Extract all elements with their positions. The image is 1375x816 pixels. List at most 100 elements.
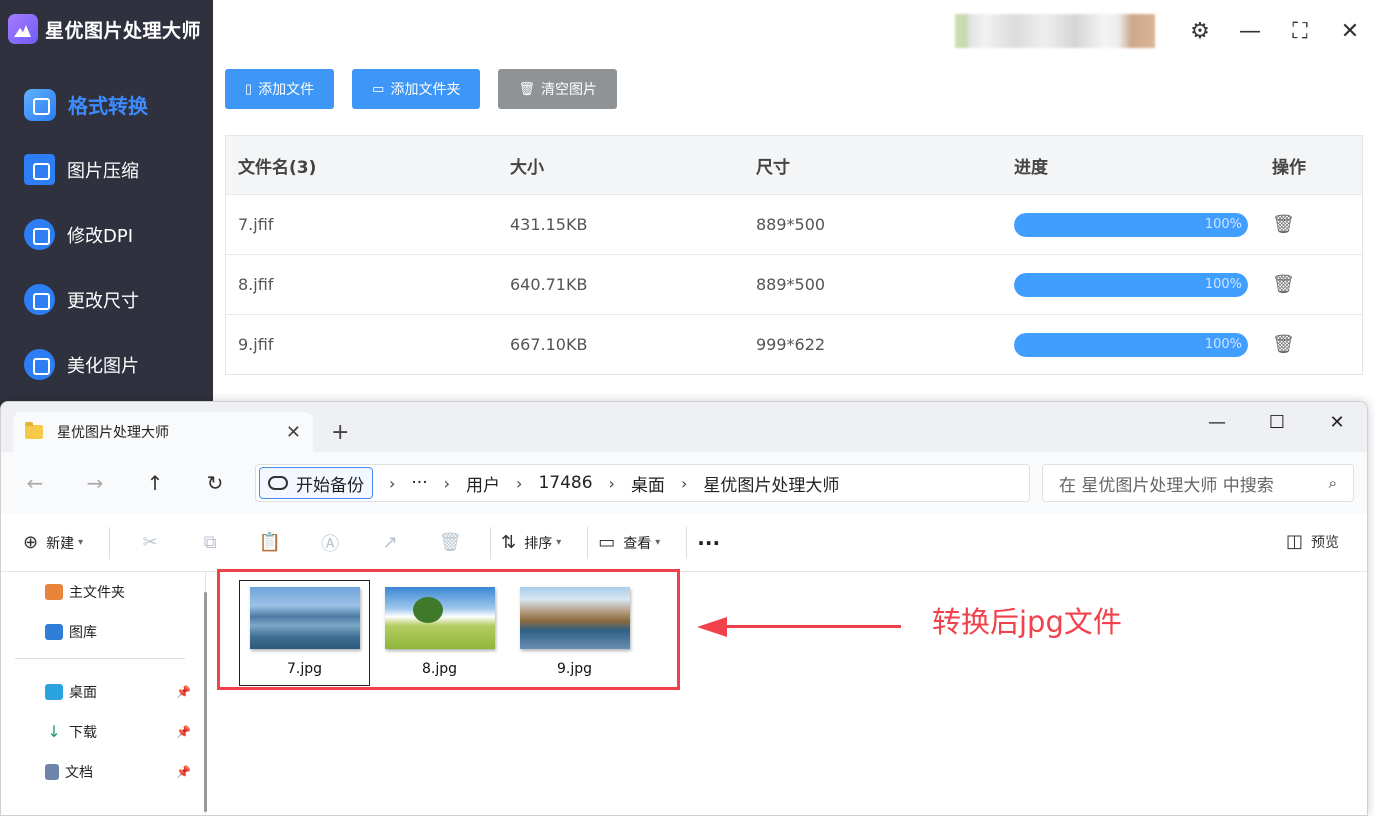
tab-title: 星优图片处理大师	[57, 425, 169, 441]
paste-icon[interactable]: 📋	[240, 532, 300, 553]
minimize-button[interactable]: —	[1225, 11, 1275, 51]
header-filename: 文件名(3)	[238, 157, 317, 178]
clear-images-button[interactable]: 🗑 清空图片	[498, 69, 617, 109]
maximize-button[interactable]: ⛶	[1275, 11, 1325, 51]
close-button[interactable]: ✕	[1307, 402, 1367, 442]
close-tab-icon[interactable]: ✕	[286, 422, 301, 443]
nav-item-gallery[interactable]: 图库	[1, 612, 205, 652]
sidebar-item-label: 美化图片	[67, 355, 139, 377]
add-folder-label: 添加文件夹	[390, 81, 461, 97]
brand: 星优图片处理大师	[8, 12, 201, 46]
header-progress: 进度	[1014, 157, 1048, 178]
trash-icon: 🗑	[518, 81, 535, 96]
delete-row-icon[interactable]: 🗑	[1272, 274, 1295, 295]
nav-item-label: 下载	[69, 725, 97, 741]
window-controls: ⚙ — ⛶ ✕	[955, 0, 1375, 62]
breadcrumb-users[interactable]: 用户	[466, 471, 500, 496]
preview-button[interactable]: ◫ 预览	[1286, 531, 1339, 552]
table-header: 文件名(3) 大小 尺寸 进度 操作	[226, 136, 1362, 194]
address-bar[interactable]: 开始备份 › ··· › 用户 › 17486 › 桌面 › 星优图片处理大师	[255, 464, 1030, 502]
sidebar-item-compress[interactable]: 图片压缩	[0, 137, 213, 202]
cut-icon[interactable]: ✂	[120, 532, 180, 553]
share-icon[interactable]: ↗	[360, 532, 420, 553]
command-bar: ⊕ 新建 ▾ ✂ ⧉ 📋 Ⓐ ↗ 🗑 ⇅ 排序 ▾ ▭ 查看 ▾ ···	[1, 514, 1367, 572]
sidebar-item-beautify[interactable]: 美化图片	[0, 332, 213, 397]
sidebar-item-dpi[interactable]: 修改DPI	[0, 202, 213, 267]
home-icon	[45, 584, 63, 600]
explorer-window-controls: — ☐ ✕	[1187, 402, 1367, 442]
sort-button[interactable]: ⇅ 排序 ▾	[501, 532, 561, 553]
cloud-backup-icon	[268, 476, 288, 490]
sidebar-item-label: 更改尺寸	[67, 290, 139, 312]
breadcrumb-desktop[interactable]: 桌面	[631, 471, 665, 496]
sidebar-item-format-convert[interactable]: 格式转换	[0, 72, 213, 137]
document-icon	[45, 764, 59, 780]
user-avatar-blurred[interactable]	[955, 14, 1155, 48]
explorer-tab[interactable]: 星优图片处理大师 ✕	[13, 412, 313, 452]
up-arrow-icon[interactable]: ↑	[135, 463, 175, 503]
nav-item-home[interactable]: 主文件夹	[1, 572, 205, 612]
view-button[interactable]: ▭ 查看 ▾	[598, 532, 660, 553]
delete-icon[interactable]: 🗑	[420, 532, 480, 553]
arrow-line	[721, 625, 901, 628]
search-icon[interactable]: ⌕	[1329, 474, 1337, 492]
scrollbar[interactable]	[204, 592, 207, 812]
pin-icon[interactable]: 📌	[176, 725, 191, 739]
pin-icon[interactable]: 📌	[176, 685, 191, 699]
cell-size: 640.71KB	[510, 275, 588, 294]
back-arrow-icon[interactable]: ←	[15, 463, 55, 503]
sidebar-item-resize[interactable]: 更改尺寸	[0, 267, 213, 332]
progress-text: 100%	[1204, 216, 1242, 232]
sidebar-nav: 格式转换 图片压缩 修改DPI 更改尺寸 美化图片	[0, 72, 213, 397]
table-row: 7.jfif 431.15KB 889*500 100% 🗑	[226, 194, 1362, 254]
new-label: 新建	[46, 535, 75, 552]
cell-filename: 9.jfif	[238, 335, 274, 354]
app-logo-icon	[8, 14, 38, 44]
divider	[109, 526, 111, 559]
add-folder-button[interactable]: ▭ 添加文件夹	[352, 69, 481, 109]
settings-icon[interactable]: ⚙	[1175, 11, 1225, 51]
sidebar-item-label: 格式转换	[68, 94, 148, 118]
backup-button[interactable]: 开始备份	[259, 467, 373, 499]
annotation-highlight-box	[217, 569, 680, 690]
breadcrumb-more[interactable]: ···	[411, 473, 427, 493]
progress-bar: 100%	[1014, 272, 1248, 297]
annotation-label: 转换后jpg文件	[932, 605, 1122, 639]
breadcrumb-user[interactable]: 17486	[538, 473, 592, 493]
add-file-button[interactable]: ▯ 添加文件	[225, 69, 335, 109]
explorer-titlebar: 星优图片处理大师 ✕ + — ☐ ✕	[1, 402, 1367, 452]
delete-row-icon[interactable]: 🗑	[1272, 334, 1295, 355]
breadcrumb-folder[interactable]: 星优图片处理大师	[703, 471, 839, 496]
add-file-label: 添加文件	[258, 81, 315, 97]
plus-circle-icon: ⊕	[23, 532, 39, 553]
preview-pane-icon: ◫	[1285, 531, 1303, 552]
chevron-right-icon: ›	[443, 473, 451, 493]
new-tab-button[interactable]: +	[331, 420, 349, 445]
nav-item-desktop[interactable]: 桌面 📌	[1, 672, 205, 712]
rename-icon[interactable]: Ⓐ	[300, 530, 360, 556]
nav-item-documents[interactable]: 文档 📌	[1, 752, 205, 792]
refresh-icon[interactable]: ↻	[195, 463, 235, 503]
close-button[interactable]: ✕	[1325, 11, 1375, 51]
cell-progress: 100%	[1002, 212, 1260, 237]
gallery-icon	[45, 624, 63, 640]
forward-arrow-icon[interactable]: →	[75, 463, 115, 503]
new-button[interactable]: ⊕ 新建 ▾	[23, 532, 83, 553]
cell-actions: 🗑	[1260, 214, 1362, 235]
more-options-button[interactable]: ···	[697, 531, 720, 555]
maximize-button[interactable]: ☐	[1247, 402, 1307, 442]
minimize-button[interactable]: —	[1187, 402, 1247, 442]
chevron-right-icon: ›	[608, 473, 615, 493]
folder-icon	[25, 422, 43, 439]
cell-filename: 8.jfif	[238, 275, 274, 294]
nav-item-downloads[interactable]: ↓ 下载 📌	[1, 712, 205, 752]
divider	[587, 526, 589, 559]
copy-icon[interactable]: ⧉	[180, 532, 240, 553]
pin-icon[interactable]: 📌	[176, 765, 191, 779]
toolbar: ▯ 添加文件 ▭ 添加文件夹 🗑 清空图片	[225, 69, 617, 109]
backup-label: 开始备份	[296, 475, 364, 496]
search-input[interactable]: 在 星优图片处理大师 中搜索 ⌕	[1042, 464, 1354, 502]
address-bar-row: ← → ↑ ↻ 开始备份 › ··· › 用户 › 17486 › 桌面 › 星…	[1, 452, 1367, 514]
delete-row-icon[interactable]: 🗑	[1272, 214, 1295, 235]
cell-dimensions: 889*500	[756, 275, 826, 294]
